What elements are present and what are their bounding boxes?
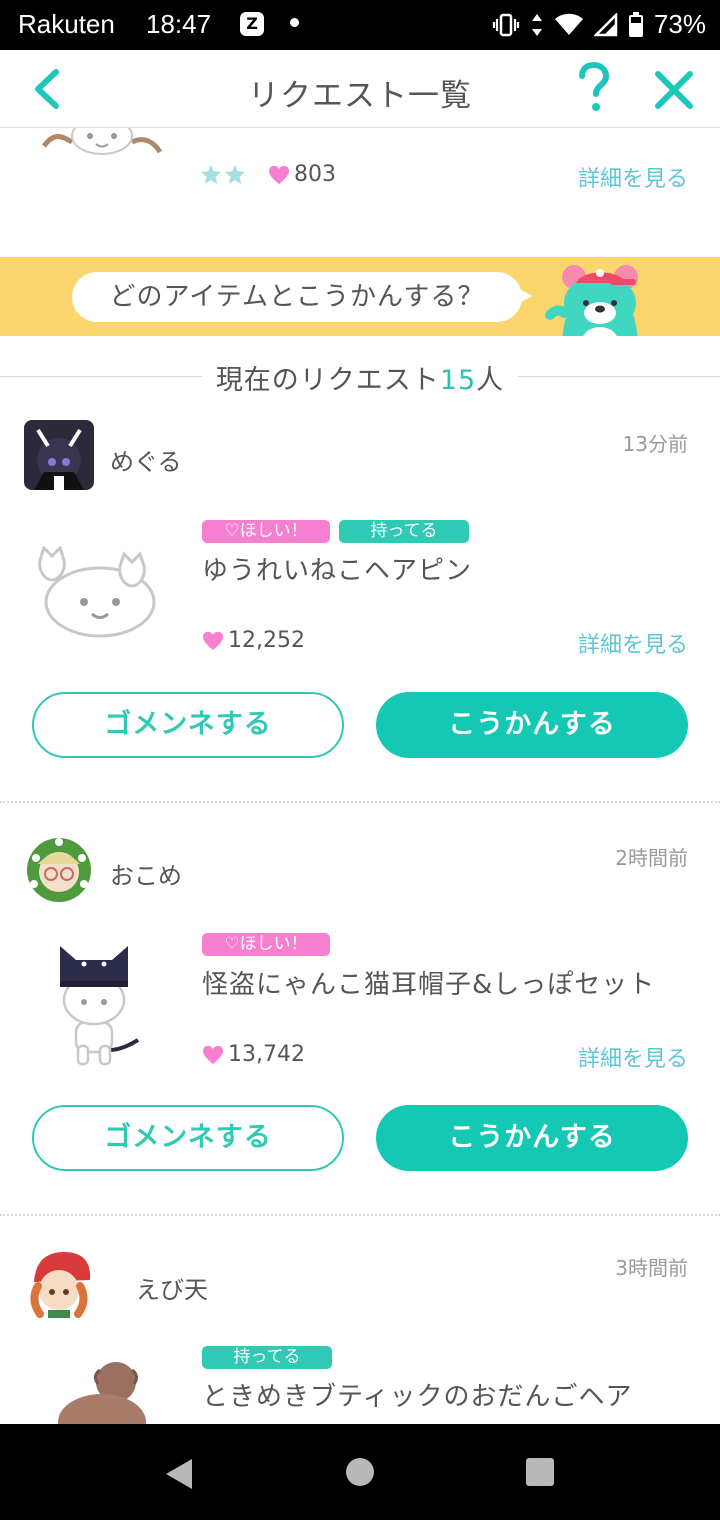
like-count-value: 803: [294, 162, 336, 187]
close-icon[interactable]: [654, 70, 694, 110]
card-divider: [0, 1214, 720, 1216]
data-arrows-icon: [531, 13, 542, 36]
section-label-suffix: 人: [476, 365, 505, 396]
help-icon[interactable]: [574, 62, 614, 114]
item-thumbnail: [41, 128, 163, 155]
request-count: 15: [439, 365, 477, 396]
status-time: 18:47: [146, 9, 212, 39]
app-notification-icon: Z: [240, 12, 264, 36]
request-card: えび天 3時間前 持ってる ときめきブティックのおだんごヘア: [0, 1228, 720, 1424]
like-count-value: 12,252: [228, 628, 305, 653]
request-time: 3時間前: [615, 1256, 688, 1280]
request-time: 13分前: [622, 432, 688, 456]
nav-recents-icon[interactable]: [526, 1458, 554, 1486]
like-count: 12,252: [202, 628, 305, 653]
view-details-link[interactable]: 詳細を見る: [578, 161, 688, 193]
item-name: 怪盗にゃんこ猫耳帽子&しっぽセット: [202, 970, 656, 1000]
speech-bubble-tail: [516, 287, 532, 305]
item-name: ときめきブティックのおだんごヘア: [202, 1382, 633, 1412]
app-header: リクエスト一覧: [0, 50, 720, 128]
exchange-button[interactable]: こうかんする: [376, 692, 688, 758]
view-details-link[interactable]: 詳細を見る: [578, 1041, 688, 1073]
request-count-header: 現在のリクエスト15人: [0, 352, 720, 400]
request-time: 2時間前: [615, 846, 688, 870]
like-count-value: 13,742: [228, 1042, 305, 1067]
username: おこめ: [110, 862, 182, 890]
banner-speech-bubble: どのアイテムとこうかんする？: [72, 272, 522, 322]
exchange-banner: どのアイテムとこうかんする？: [0, 257, 720, 336]
status-icons: 73%: [492, 9, 706, 40]
want-tag: ♡ほしい！: [202, 933, 330, 956]
bear-mascot: [545, 265, 638, 336]
card-divider: [0, 801, 720, 803]
signal-icon: [593, 12, 618, 36]
have-tag: 持ってる: [339, 520, 469, 543]
view-details-link[interactable]: 詳細を見る: [578, 627, 688, 659]
heart-icon: [203, 1045, 223, 1064]
decline-button[interactable]: ゴメンネする: [32, 1105, 344, 1171]
like-count: 803: [268, 162, 336, 187]
want-tag: ♡ほしい！: [202, 520, 330, 543]
heart-icon: [203, 631, 223, 650]
rarity-stars: [200, 164, 246, 184]
item-thumbnail: [60, 946, 140, 1066]
exchange-button[interactable]: こうかんする: [376, 1105, 688, 1171]
heart-icon: [269, 165, 289, 184]
avatar[interactable]: [24, 834, 94, 904]
star-icon: [201, 164, 221, 184]
status-bar: Rakuten 18:47 Z 73%: [0, 0, 720, 50]
notification-dot-icon: [290, 18, 299, 27]
have-tag: 持ってる: [202, 1346, 332, 1369]
decline-button[interactable]: ゴメンネする: [32, 692, 344, 758]
item-thumbnail: [38, 546, 156, 638]
battery-icon: [628, 11, 643, 37]
nav-back-icon[interactable]: [164, 1457, 194, 1491]
username: えび天: [136, 1276, 208, 1304]
vibrate-icon: [492, 13, 520, 36]
nav-home-icon[interactable]: [346, 1458, 374, 1486]
item-name: ゆうれいねこヘアピン: [202, 556, 473, 586]
item-thumbnail: [58, 1362, 146, 1424]
username: めぐる: [110, 448, 182, 476]
carrier-name: Rakuten: [18, 9, 115, 39]
avatar[interactable]: [24, 420, 94, 490]
battery-percent: 73%: [653, 9, 706, 39]
wifi-icon: [554, 13, 583, 35]
avatar[interactable]: [24, 1248, 94, 1318]
section-label: 現在のリクエスト: [215, 365, 440, 396]
star-icon: [225, 164, 245, 184]
like-count: 13,742: [202, 1042, 305, 1067]
system-navigation-bar: [0, 1424, 720, 1520]
